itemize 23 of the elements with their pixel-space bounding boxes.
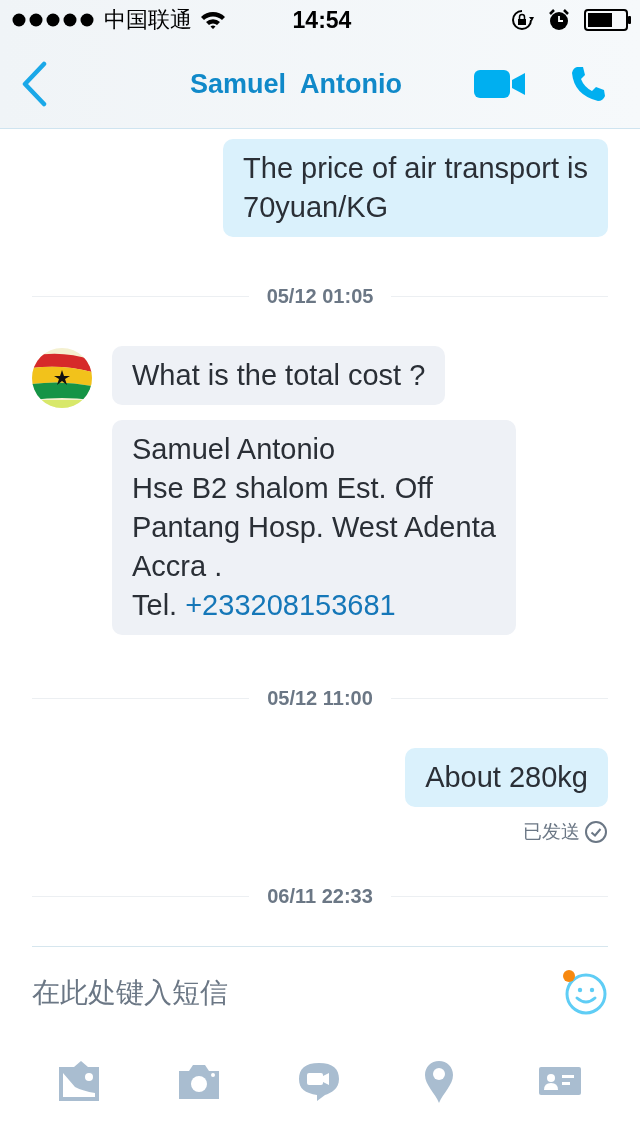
rotation-lock-icon <box>510 8 534 32</box>
carrier-name: 中国联通 <box>104 6 192 34</box>
message-input[interactable]: 在此处键入短信 <box>32 977 432 1010</box>
phone-link[interactable]: +233208153681 <box>185 589 396 621</box>
battery-icon <box>584 9 632 31</box>
emoji-button[interactable] <box>562 970 608 1017</box>
message-bubble: The price of air transport is 70yuan/KG <box>223 139 608 237</box>
video-call-button[interactable] <box>474 70 526 98</box>
wifi-icon <box>200 10 226 30</box>
message-bubble: Samuel Antonio Hse B2 shalom Est. Off Pantang Hosp. West Adenta Accra . Tel. +233208153681 <box>112 420 516 635</box>
signal-icon <box>12 13 96 27</box>
sent-status: 已发送 <box>523 820 580 844</box>
timestamp: 06/11 22:33 <box>267 885 373 908</box>
message-bubble: About 280kg <box>405 748 608 807</box>
timestamp: 05/12 01:05 <box>266 285 374 308</box>
message-bubble: What is the total cost ? <box>112 346 446 405</box>
voice-call-button[interactable] <box>570 65 608 103</box>
contact-name: Samuel Antonio <box>189 68 403 100</box>
clock-time: 14:54 <box>292 6 352 34</box>
check-circle-icon <box>584 820 608 844</box>
alarm-icon <box>548 9 570 31</box>
back-button[interactable] <box>20 61 48 107</box>
timestamp: 05/12 11:00 <box>267 687 373 710</box>
